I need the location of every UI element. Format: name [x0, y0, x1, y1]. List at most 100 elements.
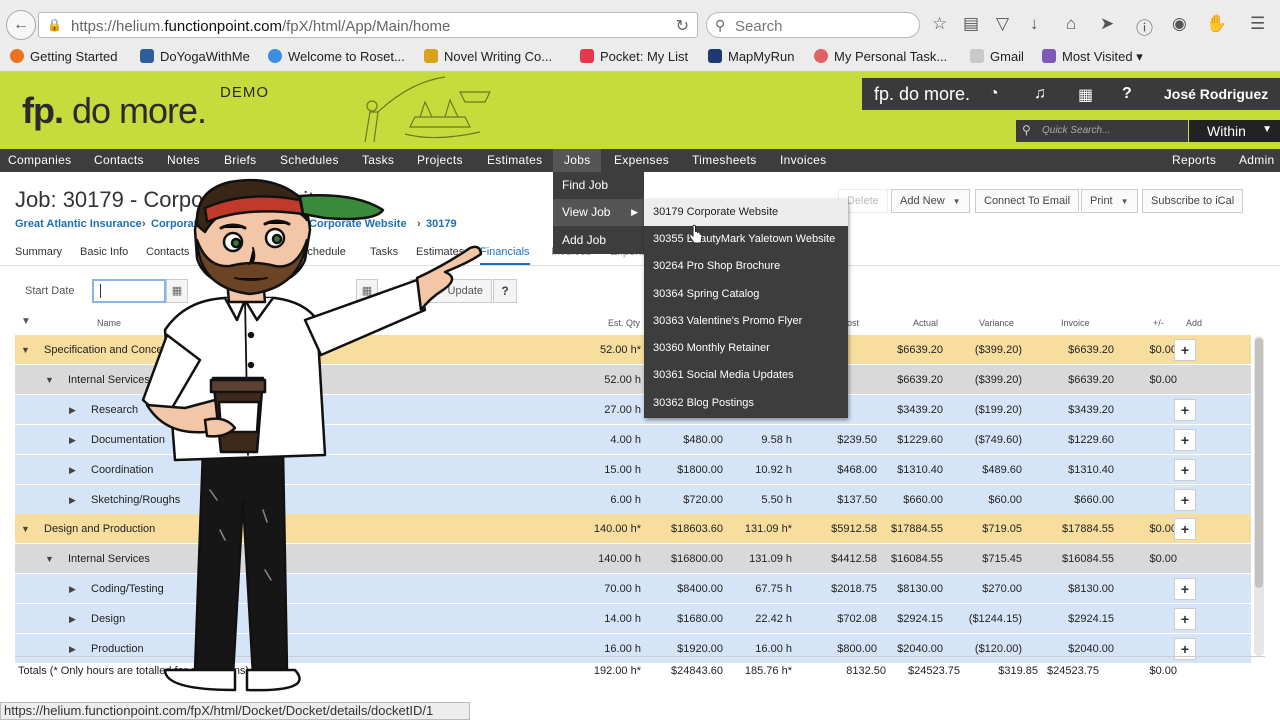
- tab-basic-info[interactable]: Basic Info: [80, 246, 128, 258]
- info-icon[interactable]: ⓘ: [1136, 14, 1153, 39]
- expand-icon[interactable]: ▶: [69, 495, 76, 506]
- col-actual[interactable]: Actual: [913, 318, 938, 328]
- col-name[interactable]: Name: [97, 318, 121, 328]
- cell-actual: $2924.15: [897, 613, 943, 626]
- url-bar[interactable]: 🔒 https://helium.functionpoint.com/fpX/h…: [38, 12, 698, 38]
- bookmark-item[interactable]: My Personal Task...: [814, 49, 947, 64]
- nav-estimates[interactable]: Estimates: [487, 149, 542, 172]
- user-name[interactable]: José Rodriguez: [1164, 86, 1268, 102]
- bookmark-item[interactable]: MapMyRun: [708, 49, 794, 64]
- expand-icon[interactable]: ▶: [69, 435, 76, 446]
- bookmark-item[interactable]: Novel Writing Co...: [424, 49, 552, 64]
- nav-tasks[interactable]: Tasks: [362, 149, 394, 172]
- help-icon[interactable]: ?: [1122, 85, 1132, 103]
- breadcrumb-company[interactable]: Great Atlantic Insurance: [15, 218, 142, 230]
- connect-to-email-button[interactable]: Connect To Email: [975, 189, 1080, 213]
- collapse-icon[interactable]: ▼: [21, 524, 30, 534]
- col-cost[interactable]: ost: [847, 318, 859, 328]
- plus-icon[interactable]: +: [1174, 488, 1196, 511]
- plus-icon[interactable]: +: [1174, 578, 1196, 601]
- chat-icon[interactable]: ◉: [1172, 14, 1187, 34]
- nav-admin[interactable]: Admin: [1239, 149, 1275, 172]
- submenu-job-item[interactable]: 30264 Pro Shop Brochure: [644, 253, 848, 280]
- subscribe-ical-button[interactable]: Subscribe to iCal: [1142, 189, 1244, 213]
- nav-expenses[interactable]: Expenses: [614, 149, 669, 172]
- quick-search-input[interactable]: ⚲ Quick Search...: [1016, 120, 1188, 142]
- submenu-job-item[interactable]: 30363 Valentine's Promo Flyer: [644, 308, 848, 335]
- nav-jobs[interactable]: Jobs: [553, 149, 601, 172]
- col-invoice[interactable]: Invoice: [1061, 318, 1090, 328]
- home-icon[interactable]: ⌂: [1066, 14, 1076, 34]
- totals-variance: $319.85: [998, 665, 1038, 677]
- extension-icon[interactable]: ✋: [1206, 14, 1227, 34]
- plus-icon[interactable]: +: [1174, 428, 1196, 451]
- reader-icon[interactable]: ▤: [963, 14, 979, 34]
- cell-invoice: $8130.00: [1068, 583, 1114, 596]
- calendar-icon[interactable]: ▦: [1078, 85, 1093, 105]
- submenu-job-item[interactable]: 30179 Corporate Website: [644, 199, 848, 226]
- collapse-icon[interactable]: ▼: [45, 554, 54, 564]
- plus-icon[interactable]: +: [1174, 458, 1196, 481]
- back-arrow-icon[interactable]: ←: [6, 10, 36, 40]
- bookmark-item[interactable]: Gmail: [970, 49, 1024, 64]
- nav-invoices[interactable]: Invoices: [780, 149, 826, 172]
- menu-add-job[interactable]: Add Job: [553, 227, 644, 254]
- print-button[interactable]: Print ▼: [1081, 189, 1138, 213]
- expand-icon[interactable]: ▶: [69, 584, 76, 595]
- nav-timesheets[interactable]: Timesheets: [692, 149, 757, 172]
- bookmark-item[interactable]: Pocket: My List: [580, 49, 688, 64]
- scrollbar-thumb[interactable]: [1255, 338, 1263, 588]
- tab-summary[interactable]: Summary: [15, 246, 62, 258]
- send-icon[interactable]: ➤: [1100, 14, 1114, 34]
- menu-view-job[interactable]: View Job ▶: [553, 199, 644, 226]
- expand-icon[interactable]: ▶: [69, 644, 76, 655]
- star-icon[interactable]: ☆: [932, 14, 947, 34]
- submenu-job-item[interactable]: 30362 Blog Postings: [644, 390, 848, 417]
- menu-icon[interactable]: ☰: [1250, 14, 1265, 34]
- plus-icon[interactable]: +: [1174, 518, 1196, 541]
- reload-icon[interactable]: ↻: [676, 16, 689, 36]
- nav-notes[interactable]: Notes: [167, 149, 200, 172]
- dashboard-icon[interactable]: ◔: [989, 85, 999, 103]
- cell-act-cost: $137.50: [837, 493, 877, 506]
- collapse-icon[interactable]: ▼: [45, 375, 54, 385]
- col-plus-minus[interactable]: +/-: [1153, 318, 1164, 328]
- bookmark-item[interactable]: Welcome to Roset...: [268, 49, 405, 64]
- submenu-job-item[interactable]: 30360 Monthly Retainer: [644, 335, 848, 362]
- expand-icon[interactable]: ▶: [69, 614, 76, 625]
- within-dropdown[interactable]: Within ▼: [1189, 120, 1280, 142]
- help-button[interactable]: ?: [493, 279, 517, 303]
- add-new-button[interactable]: Add New ▼: [891, 189, 970, 213]
- nav-contacts[interactable]: Contacts: [94, 149, 144, 172]
- pocket-icon[interactable]: ▽: [996, 14, 1009, 34]
- bell-icon[interactable]: ♫: [1034, 85, 1046, 103]
- nav-briefs[interactable]: Briefs: [224, 149, 256, 172]
- mini-logo[interactable]: fp. do more.: [874, 84, 970, 105]
- collapse-icon[interactable]: ▼: [21, 345, 30, 355]
- bookmark-item[interactable]: DoYogaWithMe: [140, 49, 250, 64]
- bookmark-item[interactable]: Most Visited ▾: [1042, 49, 1143, 65]
- collapse-all-icon[interactable]: ▼: [21, 316, 31, 327]
- col-est-qty[interactable]: Est. Qty: [608, 318, 640, 328]
- nav-schedules[interactable]: Schedules: [280, 149, 339, 172]
- download-icon[interactable]: ↓: [1030, 14, 1039, 34]
- nav-companies[interactable]: Companies: [8, 149, 71, 172]
- browser-search-input[interactable]: ⚲ Search: [706, 12, 920, 38]
- submenu-job-item[interactable]: 30364 Spring Catalog: [644, 281, 848, 308]
- submenu-job-item[interactable]: 30361 Social Media Updates: [644, 362, 848, 389]
- cell-est-cost: $720.00: [683, 493, 723, 506]
- expand-icon[interactable]: ▶: [69, 405, 76, 416]
- bookmark-item[interactable]: Getting Started: [10, 49, 117, 64]
- expand-icon[interactable]: ▶: [69, 465, 76, 476]
- col-variance[interactable]: Variance: [979, 318, 1014, 328]
- col-add[interactable]: Add: [1186, 318, 1202, 328]
- plus-icon[interactable]: +: [1174, 339, 1196, 361]
- submenu-job-item[interactable]: 30355 BeautyMark Yaletown Website: [644, 226, 848, 253]
- plus-icon[interactable]: +: [1174, 398, 1196, 421]
- app-logo[interactable]: fp. do more.: [22, 90, 207, 132]
- menu-find-job[interactable]: Find Job: [553, 172, 644, 199]
- nav-projects[interactable]: Projects: [417, 149, 463, 172]
- plus-icon[interactable]: +: [1174, 608, 1196, 631]
- nav-reports[interactable]: Reports: [1172, 149, 1216, 172]
- cell-est-cost: $1680.00: [677, 613, 723, 626]
